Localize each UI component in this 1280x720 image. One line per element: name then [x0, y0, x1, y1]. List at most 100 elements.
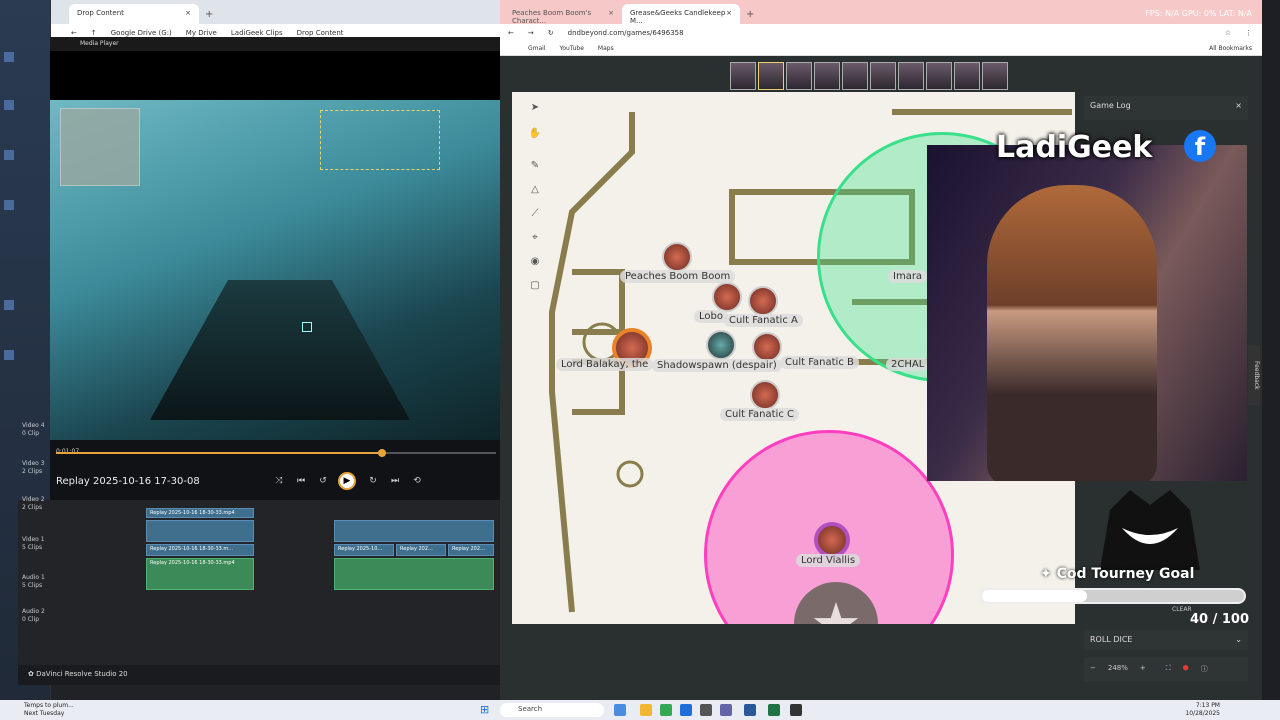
timeline-clip[interactable]: Replay 2025-10-16 18-30-33.mp4: [146, 508, 254, 518]
bookmark-youtube[interactable]: YouTube: [560, 45, 584, 52]
back-icon[interactable]: ←: [71, 29, 77, 37]
party-avatar[interactable]: [982, 62, 1008, 90]
token-cult-fanatic-c[interactable]: [750, 380, 780, 410]
track-clip-count: 2 Clips: [22, 468, 43, 475]
desktop-icon[interactable]: [4, 100, 44, 112]
ruler-icon[interactable]: ⟋: [528, 208, 542, 222]
menu-icon[interactable]: ⋮: [1245, 29, 1252, 37]
tab-candlekeep[interactable]: Grease&Geeks Candlekeep M... ×: [622, 4, 740, 25]
system-clock[interactable]: 7:13 PM 10/28/2025: [1185, 702, 1220, 718]
party-avatar[interactable]: [814, 62, 840, 90]
up-icon[interactable]: ↑: [91, 29, 97, 37]
chevron-down-icon[interactable]: ⌄: [1235, 635, 1242, 644]
token-lord-viallis[interactable]: [814, 522, 850, 558]
progress-knob[interactable]: [377, 449, 386, 457]
target-icon[interactable]: ⌖: [528, 232, 542, 246]
new-tab-icon[interactable]: +: [740, 9, 760, 24]
playback-progress[interactable]: [56, 449, 496, 457]
breadcrumb-item[interactable]: LadiGeek Clips: [231, 29, 283, 37]
party-avatar[interactable]: [786, 62, 812, 90]
back-icon[interactable]: ←: [508, 29, 514, 37]
star-icon[interactable]: ☆: [1225, 29, 1231, 37]
taskbar-app-icon[interactable]: [614, 704, 626, 716]
taskbar-app-icon[interactable]: [720, 704, 732, 716]
audio-clip[interactable]: Replay 2025-10-16 18-30-33.mp4: [146, 558, 254, 590]
party-avatar[interactable]: [870, 62, 896, 90]
new-tab-icon[interactable]: +: [199, 9, 219, 24]
pointer-icon[interactable]: ➤: [528, 102, 542, 116]
party-avatar[interactable]: [758, 62, 784, 90]
token-shadowspawn[interactable]: [706, 330, 736, 360]
taskbar-app-icon[interactable]: [680, 704, 692, 716]
folder-icon[interactable]: [640, 704, 652, 716]
taskbar-app-icon[interactable]: [744, 704, 756, 716]
taskbar-app-icon[interactable]: [700, 704, 712, 716]
info-icon[interactable]: ⓘ: [1201, 664, 1208, 674]
reload-icon[interactable]: ↻: [548, 29, 554, 37]
roll-dice-panel[interactable]: ROLL DICE ⌄: [1084, 630, 1248, 650]
url-field[interactable]: dndbeyond.com/games/6496358: [568, 29, 684, 37]
shapes-icon[interactable]: △: [528, 184, 542, 198]
party-avatar[interactable]: [954, 62, 980, 90]
forward-icon[interactable]: →: [528, 29, 534, 37]
video-frame[interactable]: [50, 100, 500, 440]
taskbar-search[interactable]: Search: [500, 703, 604, 717]
timeline-clip[interactable]: [146, 520, 254, 542]
timeline-clip[interactable]: Replay 202...: [396, 544, 446, 556]
all-bookmarks[interactable]: All Bookmarks: [1209, 45, 1252, 52]
taskbar-app-icon[interactable]: [790, 704, 802, 716]
close-icon[interactable]: ×: [608, 9, 614, 19]
token-cult-fanatic-a[interactable]: [748, 286, 778, 316]
breadcrumb-item[interactable]: My Drive: [186, 29, 217, 37]
close-icon[interactable]: ×: [726, 9, 732, 19]
party-avatar[interactable]: [842, 62, 868, 90]
token-peaches[interactable]: [662, 242, 692, 272]
desktop-icon[interactable]: [4, 200, 44, 212]
desktop-icon[interactable]: [4, 52, 44, 64]
dice-icon[interactable]: ⬢: [1183, 664, 1189, 674]
audio-clip[interactable]: [334, 558, 494, 590]
token-label: Lord Balakay, the: [556, 358, 654, 371]
track-name: Video 1: [22, 536, 45, 543]
windows-start-icon[interactable]: ⊞: [480, 704, 492, 716]
fullscreen-icon[interactable]: ⛶: [1166, 664, 1171, 674]
close-icon[interactable]: ×: [1235, 101, 1242, 110]
game-weapon: [150, 280, 410, 420]
game-log-panel[interactable]: Game Log ×: [1084, 96, 1248, 120]
breadcrumb-item[interactable]: Google Drive (G:): [111, 29, 172, 37]
tab-drop-content[interactable]: Drop Content ×: [69, 4, 199, 24]
bookmark-maps[interactable]: Maps: [598, 45, 614, 52]
close-icon[interactable]: ×: [185, 9, 191, 19]
breadcrumb-item[interactable]: Drop Content: [297, 29, 344, 37]
timeline-clip[interactable]: [334, 520, 494, 542]
desktop-icon[interactable]: [4, 150, 44, 162]
user-icon[interactable]: ◉: [528, 256, 542, 270]
feedback-tab[interactable]: Feedback: [1248, 345, 1260, 405]
hand-icon[interactable]: ✋: [528, 128, 542, 142]
zoom-in-icon[interactable]: +: [1140, 664, 1146, 674]
goal-progress-bar: [980, 588, 1246, 604]
token-cult-fanatic-b[interactable]: [752, 332, 782, 362]
tab-label: Drop Content: [77, 9, 124, 17]
note-icon[interactable]: ▢: [528, 280, 542, 294]
timeline-clip[interactable]: Replay 202...: [448, 544, 494, 556]
party-avatar[interactable]: [926, 62, 952, 90]
token-lobo[interactable]: [712, 282, 742, 312]
draw-icon[interactable]: ✎: [528, 160, 542, 174]
chrome-icon[interactable]: [660, 704, 672, 716]
party-avatar[interactable]: [730, 62, 756, 90]
desktop-icon[interactable]: [4, 300, 44, 312]
party-avatar[interactable]: [898, 62, 924, 90]
clock-time: 7:13 PM: [1195, 702, 1220, 709]
tab-character[interactable]: Peaches Boom Boom's Charact... ×: [504, 4, 622, 25]
weather-widget[interactable]: Temps to plum... Next Tuesday: [24, 702, 74, 718]
gengar-mascot: [1090, 480, 1210, 570]
desktop-icon[interactable]: [4, 350, 44, 362]
timeline-clip[interactable]: Replay 2025-10...: [334, 544, 394, 556]
taskbar-app-icon[interactable]: [768, 704, 780, 716]
windows-taskbar: Temps to plum... Next Tuesday ⊞ Search 7…: [0, 700, 1280, 720]
zoom-out-icon[interactable]: −: [1090, 664, 1096, 674]
timeline-clip[interactable]: Replay 2025-10-16 18-30-33.m...: [146, 544, 254, 556]
zoom-level: 248%: [1107, 664, 1128, 672]
bookmark-gmail[interactable]: Gmail: [528, 45, 546, 52]
